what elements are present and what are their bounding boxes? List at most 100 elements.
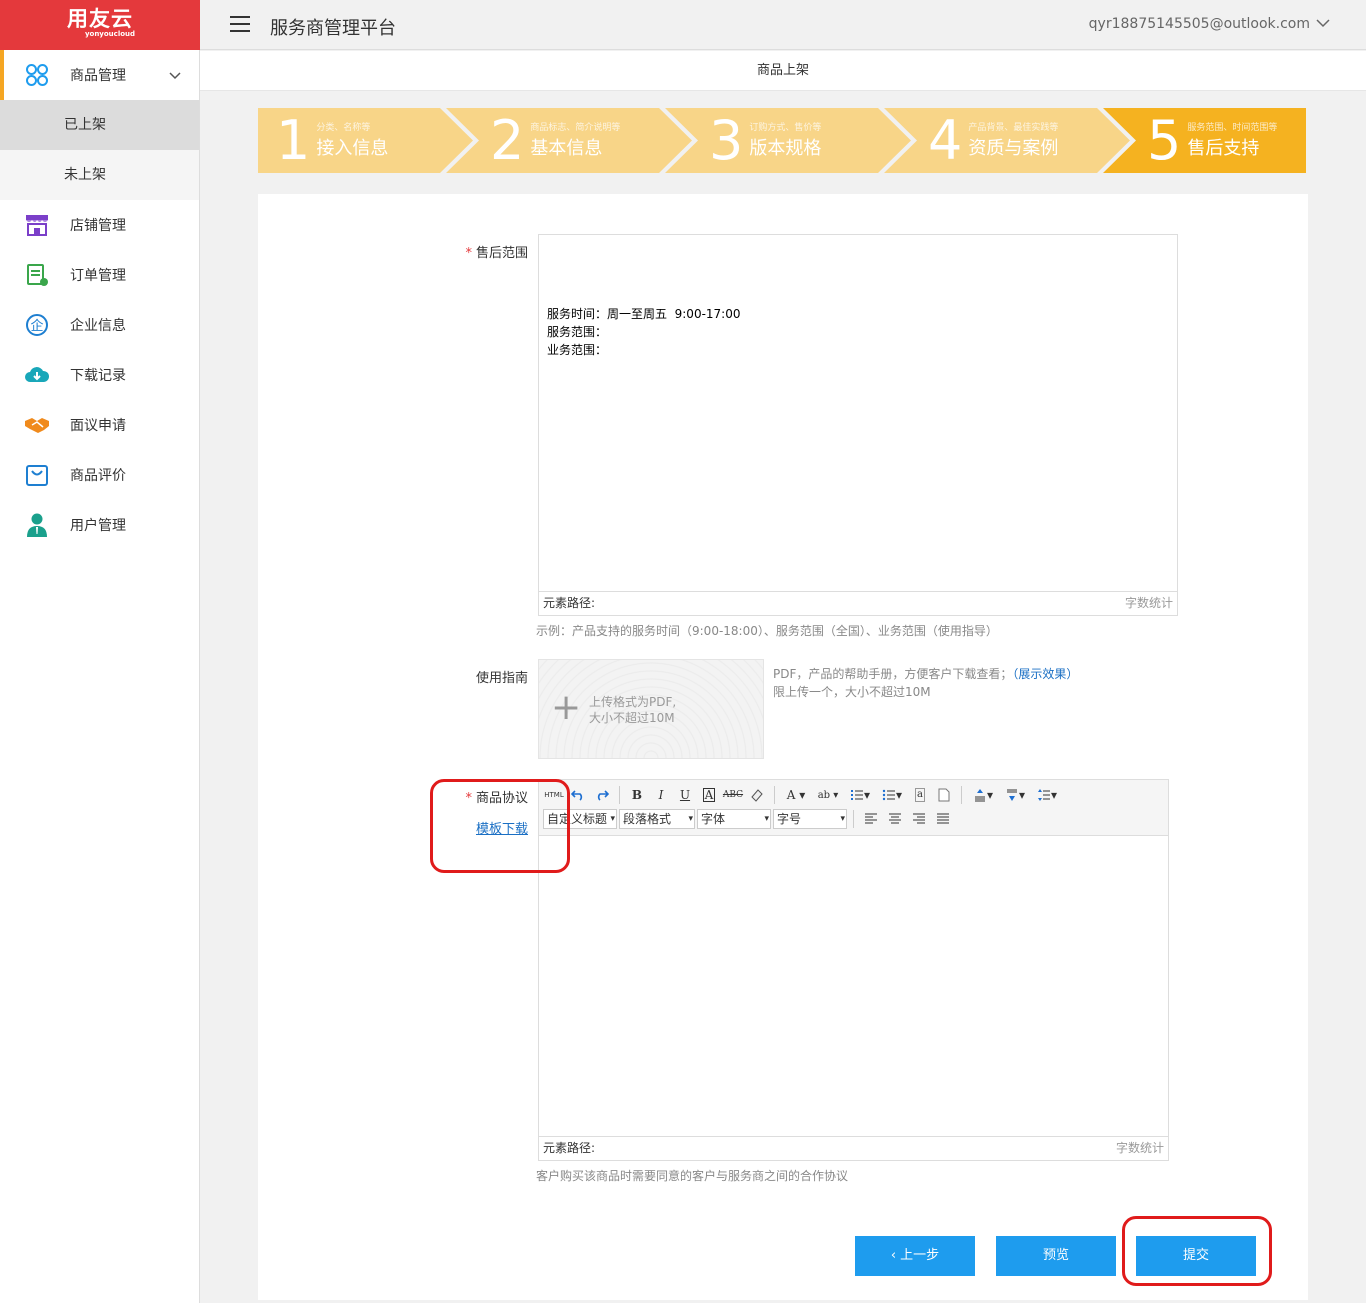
step-5[interactable]: 5 服务范围、时间范围等 售后支持 [1147,108,1277,173]
step-number: 5 [1147,108,1182,172]
step-hint: 产品背景、最佳实践等 [968,122,1059,133]
store-icon [24,212,50,238]
toolbar-separator [774,786,775,804]
required-mark: * [465,246,472,261]
sidebar-item-label: 企业信息 [70,318,126,334]
sidebar-item-label: 商品管理 [70,68,126,84]
align-right-icon[interactable] [908,809,930,829]
sidebar-subitem-unlisted[interactable]: 未上架 [0,150,199,200]
agreement-editor[interactable]: HTML B I U A ABC A ▾ ab ▾ ▾ ▾ a ▾ ▾ ▾ 自定… [538,779,1169,1161]
chevron-left-icon: ‹ [890,1248,901,1263]
step-4[interactable]: 4 产品背景、最佳实践等 资质与案例 [928,108,1058,173]
step-number: 1 [276,108,311,172]
step-name: 接入信息 [316,137,389,159]
word-count-label[interactable]: 字数统计 [1125,592,1173,614]
eraser-icon[interactable] [746,785,768,805]
step-2[interactable]: 2 商品标志、简介说明等 基本信息 [490,108,620,173]
menu-icon[interactable] [230,16,250,32]
sidebar-item-product-management[interactable]: 商品管理 [0,50,199,100]
paragraph-spacing-icon[interactable]: ▾ [1000,785,1030,805]
toolbar-row-2: 自定义标题 段落格式 字体 字号 [543,809,954,829]
step-name: 版本规格 [749,137,822,159]
toolbar-separator [961,786,962,804]
after-sales-editor[interactable]: 服务时间：周一至周五 9:00-17:00 服务范围： 业务范围： 元素路径: … [538,234,1178,616]
step-name: 资质与案例 [968,137,1059,159]
element-path-label: 元素路径: [543,1141,596,1155]
align-justify-icon[interactable] [932,809,954,829]
editor-footer: 元素路径: 字数统计 [539,1136,1168,1160]
step-hint: 分类、名称等 [316,122,371,133]
sidebar-item-orders[interactable]: 订单管理 [0,250,199,300]
sidebar-item-downloads[interactable]: 下载记录 [0,350,199,400]
sidebar-item-store[interactable]: 店铺管理 [0,200,199,250]
user-email: qyr18875145505@outlook.com [1088,16,1310,32]
step-progress: 1 分类、名称等 接入信息 2 商品标志、简介说明等 基本信息 3 订购方式、售价等… [258,108,1306,173]
italic-icon[interactable]: I [650,785,672,805]
document-icon[interactable] [933,785,955,805]
sidebar-item-enterprise[interactable]: 企 企业信息 [0,300,199,350]
font-size-select[interactable]: 字号 [773,809,847,829]
step-hint: 商品标志、简介说明等 [530,122,621,133]
editor-toolbar: HTML B I U A ABC A ▾ ab ▾ ▾ ▾ a ▾ ▾ ▾ 自定… [539,780,1168,836]
order-icon [24,262,50,288]
brand-logo[interactable]: 用友云 yonyoucloud [0,0,200,50]
bag-icon [24,462,50,488]
step-name: 售后支持 [1187,137,1260,159]
after-sales-content[interactable]: 服务时间：周一至周五 9:00-17:00 服务范围： 业务范围： [547,305,741,359]
brand-subtitle: yonyoucloud [84,30,136,38]
toolbar-row-1: HTML B I U A ABC A ▾ ab ▾ ▾ ▾ a ▾ ▾ ▾ [543,785,1062,805]
bold-icon[interactable]: B [626,785,648,805]
guide-upload-area[interactable]: + 上传格式为PDF, 大小不超过10M [538,659,764,759]
guide-help-line2: 限上传一个，大小不超过10M [773,685,931,699]
underline-icon[interactable]: U [674,785,696,805]
prev-step-button[interactable]: ‹ 上一步 [855,1236,975,1276]
row-spacing-icon[interactable]: ▾ [1032,785,1062,805]
sidebar-subitem-listed[interactable]: 已上架 [0,100,199,150]
step-3[interactable]: 3 订购方式、售价等 版本规格 [709,108,821,173]
strikethrough-icon[interactable]: ABC [722,785,744,805]
sidebar-item-label: 订单管理 [70,268,126,284]
ordered-list-icon[interactable]: ▾ [845,785,875,805]
font-family-select[interactable]: 字体 [697,809,771,829]
chevron-down-icon [169,68,181,84]
toolbar-separator [853,810,854,828]
form-panel: * 售后范围 服务时间：周一至周五 9:00-17:00 服务范围： 业务范围： … [258,194,1308,1300]
after-sales-help: 示例：产品支持的服务时间（9:00-18:00）、服务范围（全国）、业务范围（使… [536,624,998,638]
paragraph-format-select[interactable]: 段落格式 [619,809,695,829]
redo-icon[interactable] [591,785,613,805]
sidebar-item-label: 下载记录 [70,368,126,384]
cloud-download-icon [24,362,50,388]
upload-hint-line1: 上传格式为PDF, [589,695,677,709]
sidebar-item-label: 商品评价 [70,468,126,484]
word-count-label[interactable]: 字数统计 [1116,1137,1164,1159]
sidebar-item-label: 店铺管理 [70,218,126,234]
annotation-circle [1122,1216,1272,1286]
annotation-circle [430,779,570,873]
preview-button[interactable]: 预览 [996,1236,1116,1276]
user-icon [24,512,50,538]
align-center-icon[interactable] [884,809,906,829]
font-border-icon[interactable]: A [698,785,720,805]
user-menu[interactable]: qyr18875145505@outlook.com [1089,16,1330,32]
page-title: 商品上架 [200,51,1366,91]
align-left-icon[interactable] [860,809,882,829]
link-icon[interactable]: a [909,785,931,805]
guide-label: 使用指南 [475,671,528,686]
after-sales-label: * 售后范围 [465,246,528,261]
sidebar-item-reviews[interactable]: 商品评价 [0,450,199,500]
top-bar: 服务商管理平台 qyr18875145505@outlook.com [200,0,1366,50]
sidebar-item-negotiation[interactable]: 面议申请 [0,400,199,450]
guide-help-line1: PDF，产品的帮助手册，方便客户下载查看； [773,667,1013,681]
line-height-icon[interactable]: ▾ [968,785,998,805]
font-color-icon[interactable]: A ▾ [781,785,811,805]
step-hint: 订购方式、售价等 [749,122,822,133]
step-number: 2 [490,108,525,172]
unordered-list-icon[interactable]: ▾ [877,785,907,805]
undo-icon[interactable] [567,785,589,805]
sidebar-item-users[interactable]: 用户管理 [0,500,199,550]
show-effect-link[interactable]: （展示效果） [1012,667,1078,681]
sidebar-item-label: 用户管理 [70,518,126,534]
step-1[interactable]: 1 分类、名称等接入信息 [276,108,388,173]
highlight-icon[interactable]: ab ▾ [813,785,843,805]
sidebar: 用友云 yonyoucloud 商品管理 已上架 未上架 店铺管理 订单管理 企… [0,0,200,1303]
